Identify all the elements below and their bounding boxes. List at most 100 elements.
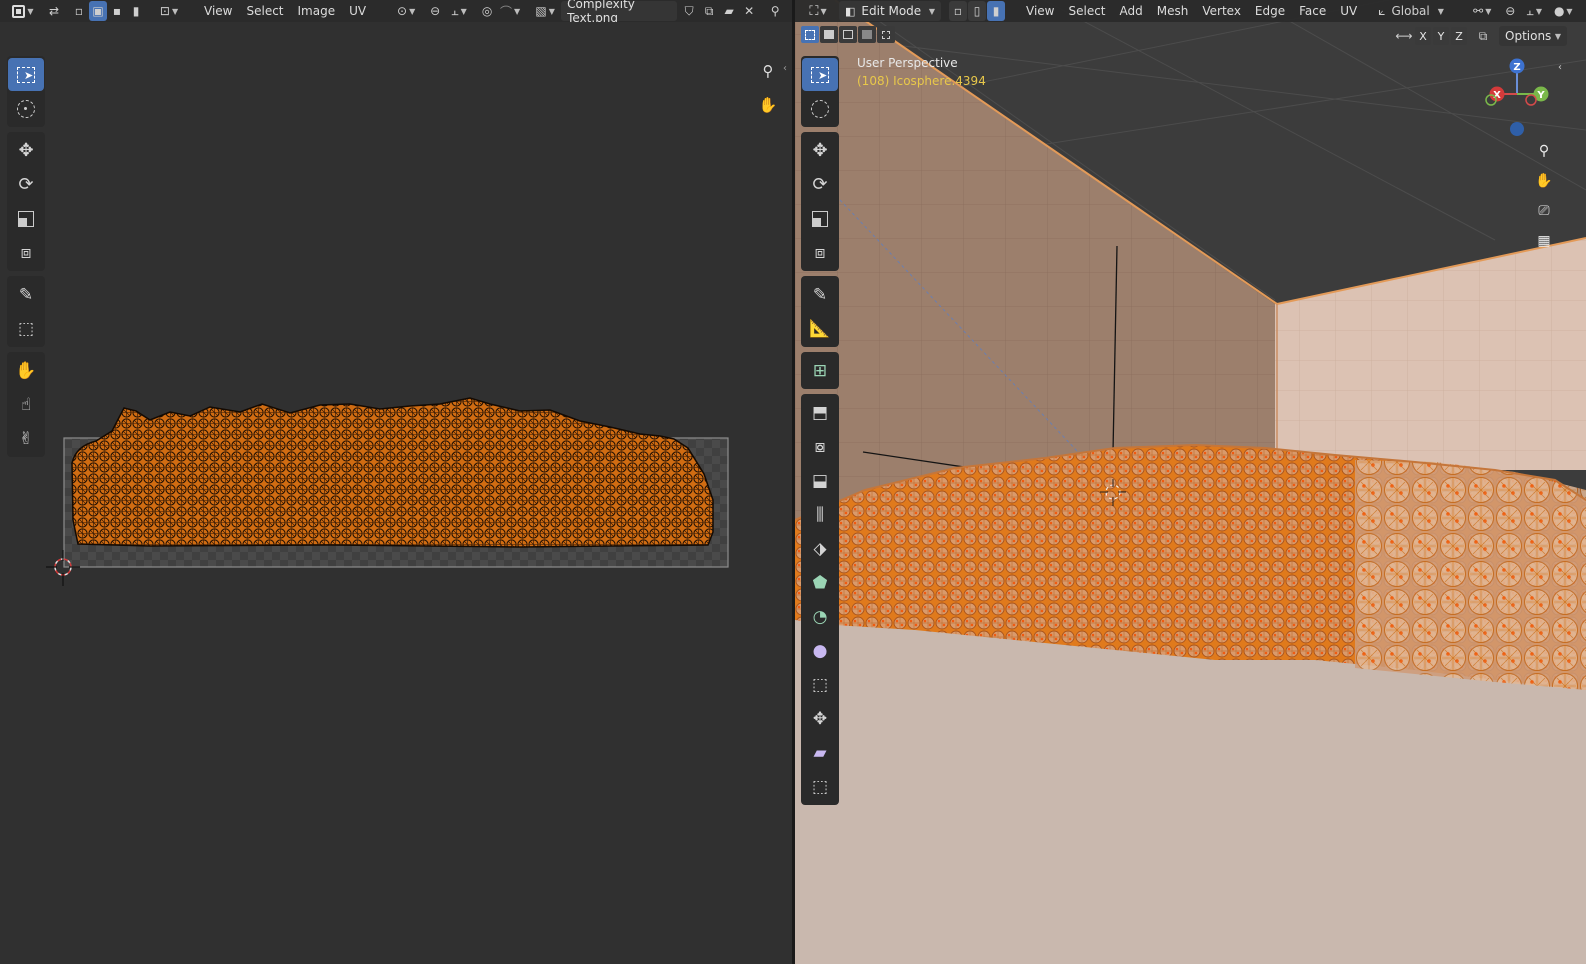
face-mode-button[interactable]: ▪	[108, 1, 126, 21]
vp-tool-rip-region[interactable]: ⬚	[802, 770, 838, 803]
transform-orientation-dropdown[interactable]: ⟀ Global ▼	[1378, 1, 1464, 21]
vertex-mode-button[interactable]: ▫	[70, 1, 88, 21]
new-image-icon[interactable]: ⧉	[699, 1, 719, 21]
3d-viewport-icon: ⛶	[809, 3, 819, 19]
proportional-edit-icon[interactable]: ◎	[477, 1, 497, 21]
vp-tool-transform[interactable]: ⧈	[802, 236, 838, 269]
tool-relax[interactable]: ☝	[8, 388, 44, 421]
viewport-scene[interactable]	[795, 0, 1586, 964]
proportional-edit-button[interactable]: ● ▼	[1552, 1, 1574, 21]
pin-icon[interactable]: ⚲	[765, 1, 785, 21]
vp-select-subtract-icon[interactable]	[839, 26, 857, 43]
vp-select-intersect-icon[interactable]	[877, 26, 895, 43]
menu-view[interactable]: View	[197, 1, 239, 21]
vp-tool-add-cube[interactable]: ⊞	[802, 354, 838, 387]
mirror-icon[interactable]: ⟷	[1395, 26, 1413, 46]
tool-annotate[interactable]: ✎	[8, 278, 44, 311]
menu-uv[interactable]: UV	[342, 1, 373, 21]
options-dropdown[interactable]: Options ▼	[1499, 26, 1567, 46]
vp-select-invert-icon[interactable]	[858, 26, 876, 43]
vp-pan-icon[interactable]: ✋	[1531, 168, 1557, 194]
image-browse-dropdown[interactable]: ▧ ▼	[531, 1, 559, 21]
vp-tool-spin[interactable]: ◔	[802, 600, 838, 633]
edge-select-button[interactable]: ▯	[968, 1, 986, 21]
tool-cursor[interactable]	[8, 92, 44, 125]
edge-mode-button[interactable]: ▣	[89, 1, 107, 21]
mode-dropdown[interactable]: ◧ Edit Mode ▼	[839, 1, 941, 21]
tool-pinch[interactable]: ✌	[8, 422, 44, 455]
tool-rotate[interactable]: ⟳	[8, 168, 44, 201]
vp-menu-vertex[interactable]: Vertex	[1195, 1, 1248, 21]
uv-island-cluster[interactable]	[71, 397, 714, 548]
face-select-button[interactable]: ▮	[987, 1, 1005, 21]
gizmo-neg-z-icon[interactable]	[1510, 122, 1524, 136]
zoom-icon[interactable]: ⚲	[755, 58, 781, 84]
vp-menu-uv[interactable]: UV	[1333, 1, 1364, 21]
snap-toggle-icon[interactable]: ⊖	[425, 1, 445, 21]
vp-tool-loop-cut[interactable]: ⫼	[802, 498, 838, 531]
vp-tool-measure[interactable]: 📐	[802, 312, 838, 345]
vp-menu-select[interactable]: Select	[1061, 1, 1112, 21]
falloff-dropdown[interactable]: ⌒ ▼	[497, 1, 523, 21]
vp-select-extend-icon[interactable]	[820, 26, 838, 43]
mirror-x-toggle[interactable]: X	[1415, 27, 1431, 45]
vp-tool-cursor[interactable]	[802, 92, 838, 125]
vp-tool-select-box[interactable]: ➤	[802, 58, 838, 91]
menu-select[interactable]: Select	[239, 1, 290, 21]
pivot-dropdown[interactable]: ⚯ ▼	[1468, 1, 1496, 21]
tool-select-box[interactable]: ➤	[8, 58, 44, 91]
camera-view-icon[interactable]: ⎚	[1531, 198, 1557, 224]
vp-tool-knife[interactable]: ⬗	[802, 532, 838, 565]
edge-slide-icon: ⬚	[811, 674, 829, 695]
tool-transform[interactable]: ⧈	[8, 236, 44, 269]
rip-region-icon: ⬚	[17, 318, 35, 339]
tool-grab[interactable]: ✋	[8, 354, 44, 387]
vp-tool-annotate[interactable]: ✎	[802, 278, 838, 311]
vp-tool-shrink-fatten[interactable]: ✥	[802, 702, 838, 735]
tool-scale[interactable]	[8, 202, 44, 235]
tool-rip-region[interactable]: ⬚	[8, 312, 44, 345]
vp-tool-scale[interactable]	[802, 202, 838, 235]
vp-tool-poly-build[interactable]: ⬟	[802, 566, 838, 599]
vp-select-new-icon[interactable]	[801, 26, 819, 43]
editor-type-3d-button[interactable]: ⛶ ▼	[803, 1, 833, 21]
vp-tool-move[interactable]: ✥	[802, 134, 838, 167]
snap-target-dropdown[interactable]: ⫠ ▼	[445, 1, 473, 21]
vp-menu-view[interactable]: View	[1019, 1, 1061, 21]
vp-tool-edge-slide[interactable]: ⬚	[802, 668, 838, 701]
open-image-icon[interactable]: ▰	[719, 1, 739, 21]
snap-options-dropdown[interactable]: ⫠ ▼	[1520, 1, 1548, 21]
vp-tool-shear[interactable]: ▰	[802, 736, 838, 769]
mirror-z-toggle[interactable]: Z	[1451, 27, 1467, 45]
ortho-toggle-icon[interactable]: ▦	[1531, 228, 1557, 254]
island-mode-button[interactable]: ▮	[127, 1, 145, 21]
vp-zoom-icon[interactable]: ⚲	[1531, 138, 1557, 164]
vp-tool-inset[interactable]: ⧇	[802, 430, 838, 463]
fake-user-icon[interactable]: ⛉	[679, 1, 699, 21]
vp-tool-rotate[interactable]: ⟳	[802, 168, 838, 201]
topology-mirror-icon[interactable]: ⧉	[1473, 26, 1493, 46]
snap-icon[interactable]: ⊖	[1500, 1, 1520, 21]
vp-tool-bevel[interactable]: ⬓	[802, 464, 838, 497]
pan-hand-icon[interactable]: ✋	[755, 92, 781, 118]
tool-move[interactable]: ✥	[8, 134, 44, 167]
vp-tool-smooth[interactable]: ●	[802, 634, 838, 667]
vp-tool-extrude[interactable]: ⬒	[802, 396, 838, 429]
editor-type-button[interactable]: ▼	[8, 1, 38, 21]
pivot-point-dropdown[interactable]: ⊙ ▼	[391, 1, 421, 21]
sync-selection-icon[interactable]: ⇄	[44, 1, 64, 21]
close-image-icon[interactable]: ✕	[739, 1, 759, 21]
menu-image[interactable]: Image	[291, 1, 343, 21]
vertex-select-button[interactable]: ▫	[949, 1, 967, 21]
orientation-gizmo[interactable]: Z X Y	[1483, 56, 1553, 140]
vp-menu-face[interactable]: Face	[1292, 1, 1333, 21]
image-name-field[interactable]: Complexity Text.png	[561, 0, 678, 25]
sidebar-toggle-icon[interactable]: ‹	[783, 63, 787, 74]
uv-canvas[interactable]	[0, 22, 792, 964]
vp-sidebar-toggle-icon[interactable]: ‹	[1558, 62, 1562, 73]
vp-menu-edge[interactable]: Edge	[1248, 1, 1292, 21]
vp-menu-mesh[interactable]: Mesh	[1150, 1, 1196, 21]
vp-menu-add[interactable]: Add	[1113, 1, 1150, 21]
sticky-selection-dropdown[interactable]: ⊡ ▼	[155, 1, 183, 21]
mirror-y-toggle[interactable]: Y	[1433, 27, 1449, 45]
